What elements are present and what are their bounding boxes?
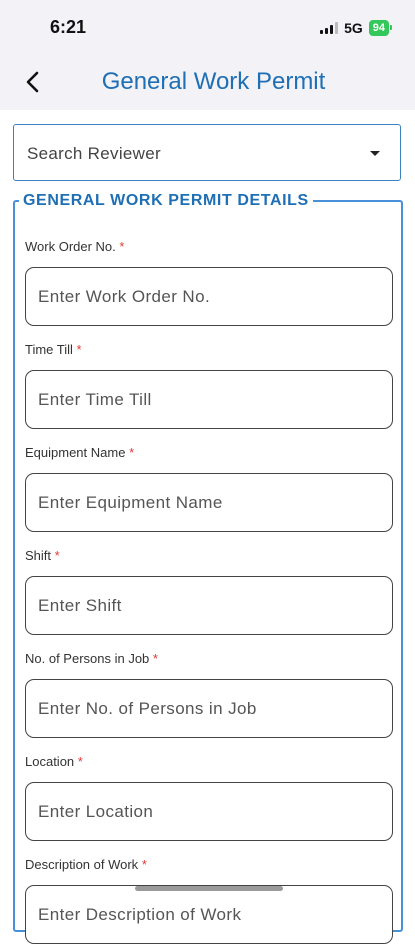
equipment-name-input[interactable] <box>25 473 393 532</box>
status-indicators: 5G 94 <box>320 20 393 36</box>
field-label: Equipment Name * <box>25 445 393 461</box>
reviewer-dropdown-placeholder: Search Reviewer <box>27 144 161 163</box>
location-field: Location * <box>25 754 393 841</box>
work-order-input[interactable] <box>25 267 393 326</box>
required-mark: * <box>129 445 135 460</box>
required-mark: * <box>54 548 60 563</box>
shift-field: Shift * <box>25 548 393 635</box>
signal-icon <box>320 22 339 34</box>
field-label: Time Till * <box>25 342 393 358</box>
battery-icon: 94 <box>368 20 393 36</box>
navigation-bar: General Work Permit <box>0 56 415 110</box>
field-label-text: Location <box>25 754 75 769</box>
field-label: Location * <box>25 754 393 770</box>
network-type: 5G <box>344 20 363 36</box>
time-till-input[interactable] <box>25 370 393 429</box>
reviewer-dropdown[interactable]: Search Reviewer <box>13 124 401 181</box>
section-legend: GENERAL WORK PERMIT DETAILS <box>23 192 309 209</box>
field-label: Work Order No. * <box>25 239 393 255</box>
persons-in-job-input[interactable] <box>25 679 393 738</box>
required-mark: * <box>76 342 82 357</box>
equipment-name-field: Equipment Name * <box>25 445 393 532</box>
required-mark: * <box>152 651 158 666</box>
caret-down-icon <box>370 151 380 156</box>
field-label-text: Description of Work <box>25 857 139 872</box>
field-label-text: Shift <box>25 548 52 563</box>
description-of-work-input[interactable] <box>25 885 393 944</box>
required-mark: * <box>141 857 147 872</box>
page-title: General Work Permit <box>101 68 326 95</box>
field-label-text: Work Order No. <box>25 239 116 254</box>
description-of-work-field: Description of Work * <box>25 857 393 944</box>
field-label: No. of Persons in Job * <box>25 651 393 667</box>
status-time: 6:21 <box>50 17 87 37</box>
status-bar: 6:21 5G 94 <box>0 0 415 56</box>
time-till-field: Time Till * <box>25 342 393 429</box>
work-order-field: Work Order No. * <box>25 239 393 326</box>
field-label-text: No. of Persons in Job <box>25 651 150 666</box>
field-label-text: Time Till <box>25 342 73 357</box>
shift-input[interactable] <box>25 576 393 635</box>
field-label: Description of Work * <box>25 857 393 873</box>
required-mark: * <box>119 239 125 254</box>
work-permit-details-section: GENERAL WORK PERMIT DETAILS Work Order N… <box>13 192 403 944</box>
field-label: Shift * <box>25 548 393 564</box>
home-indicator[interactable] <box>135 886 283 891</box>
required-mark: * <box>77 754 83 769</box>
persons-in-job-field: No. of Persons in Job * <box>25 651 393 738</box>
location-input[interactable] <box>25 782 393 841</box>
field-label-text: Equipment Name <box>25 445 126 460</box>
